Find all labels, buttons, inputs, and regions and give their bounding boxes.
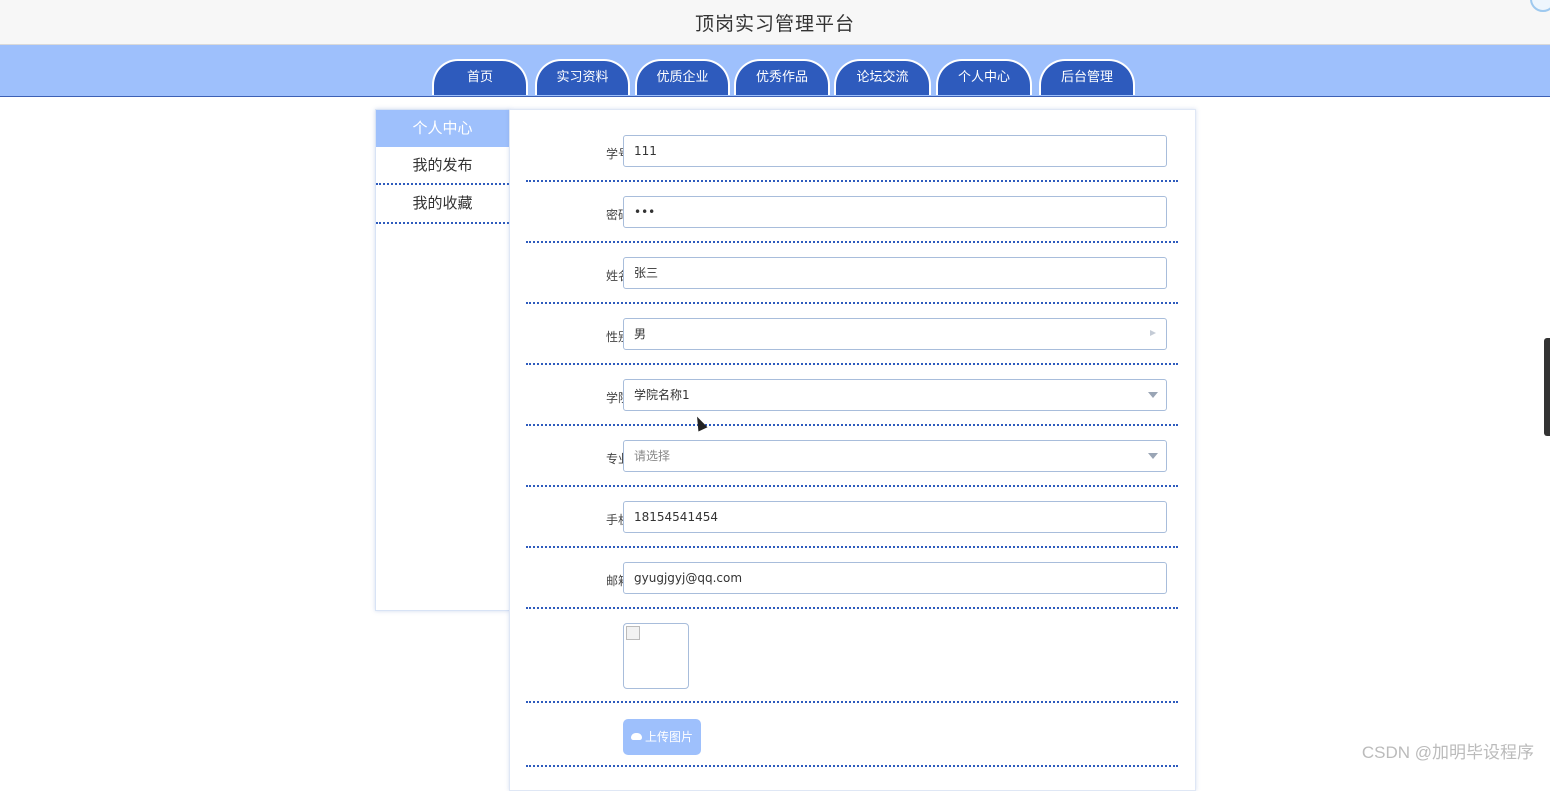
name-input[interactable]: 张三	[623, 257, 1167, 289]
form-row-student-id: 学号 111	[526, 120, 1178, 182]
form-row-avatar	[526, 608, 1178, 703]
password-label: 密码	[605, 208, 630, 222]
major-label: 专业	[605, 452, 630, 466]
watermark: CSDN @加明毕设程序	[1361, 743, 1534, 762]
nav-tab-forum[interactable]: 论坛交流	[834, 59, 931, 95]
cloud-upload-icon	[630, 733, 642, 740]
major-placeholder: 请选择	[634, 449, 671, 463]
sidebar-item-my-favorites[interactable]: 我的收藏	[376, 185, 509, 224]
top-header: 顶岗实习管理平台	[0, 0, 1550, 45]
sidebar-item-my-posts[interactable]: 我的发布	[376, 147, 509, 185]
nav-tab-home[interactable]: 首页	[432, 59, 528, 95]
college-select[interactable]: 学院名称1	[623, 379, 1167, 411]
nav-tab-materials[interactable]: 实习资料	[535, 59, 630, 95]
chevron-right-icon	[1150, 330, 1156, 336]
student-id-input[interactable]: 111	[623, 135, 1167, 167]
scrollbar[interactable]	[1544, 338, 1550, 436]
form-row-password: 密码 •••	[526, 181, 1178, 243]
name-label: 姓名	[605, 269, 630, 283]
gender-value: 男	[634, 327, 647, 341]
form-row-college: 学院 学院名称1	[526, 364, 1178, 426]
upload-button-label: 上传图片	[644, 730, 693, 744]
gender-select[interactable]: 男	[623, 318, 1167, 350]
main-nav: 首页 实习资料 优质企业 优秀作品 论坛交流 个人中心 后台管理	[0, 45, 1550, 97]
college-label: 学院	[605, 391, 630, 405]
password-input[interactable]: •••	[623, 196, 1167, 228]
nav-tab-companies[interactable]: 优质企业	[635, 59, 730, 95]
chevron-down-icon	[1148, 453, 1158, 459]
upload-image-button[interactable]: 上传图片	[623, 719, 701, 755]
major-select[interactable]: 请选择	[623, 440, 1167, 472]
form-row-name: 姓名 张三	[526, 242, 1178, 304]
sidebar: 个人中心 我的发布 我的收藏	[375, 109, 510, 611]
nav-tab-admin[interactable]: 后台管理	[1039, 59, 1135, 95]
sidebar-header[interactable]: 个人中心	[376, 110, 509, 147]
avatar-preview[interactable]	[623, 623, 689, 689]
form-row-phone: 手机 18154541454	[526, 486, 1178, 548]
student-id-label: 学号	[605, 147, 630, 161]
phone-label: 手机	[605, 513, 630, 527]
form-row-email: 邮箱 gyugjgyj@qq.com	[526, 547, 1178, 609]
form-row-major: 专业 请选择	[526, 425, 1178, 487]
form-row-gender: 性别 男	[526, 303, 1178, 365]
nav-tab-profile[interactable]: 个人中心	[936, 59, 1032, 95]
email-label: 邮箱	[605, 574, 630, 588]
form-row-upload: 上传图片	[526, 703, 1178, 767]
email-input[interactable]: gyugjgyj@qq.com	[623, 562, 1167, 594]
chevron-down-icon	[1148, 392, 1158, 398]
gender-label: 性别	[605, 330, 630, 344]
profile-form: 学号 111 密码 ••• 姓名 张三 性别 男 学院 学院名称1 专业 请选择…	[509, 109, 1196, 791]
college-value: 学院名称1	[634, 388, 690, 402]
phone-input[interactable]: 18154541454	[623, 501, 1167, 533]
nav-tab-works[interactable]: 优秀作品	[734, 59, 830, 95]
site-title: 顶岗实习管理平台	[694, 13, 855, 35]
broken-image-icon	[626, 626, 640, 640]
